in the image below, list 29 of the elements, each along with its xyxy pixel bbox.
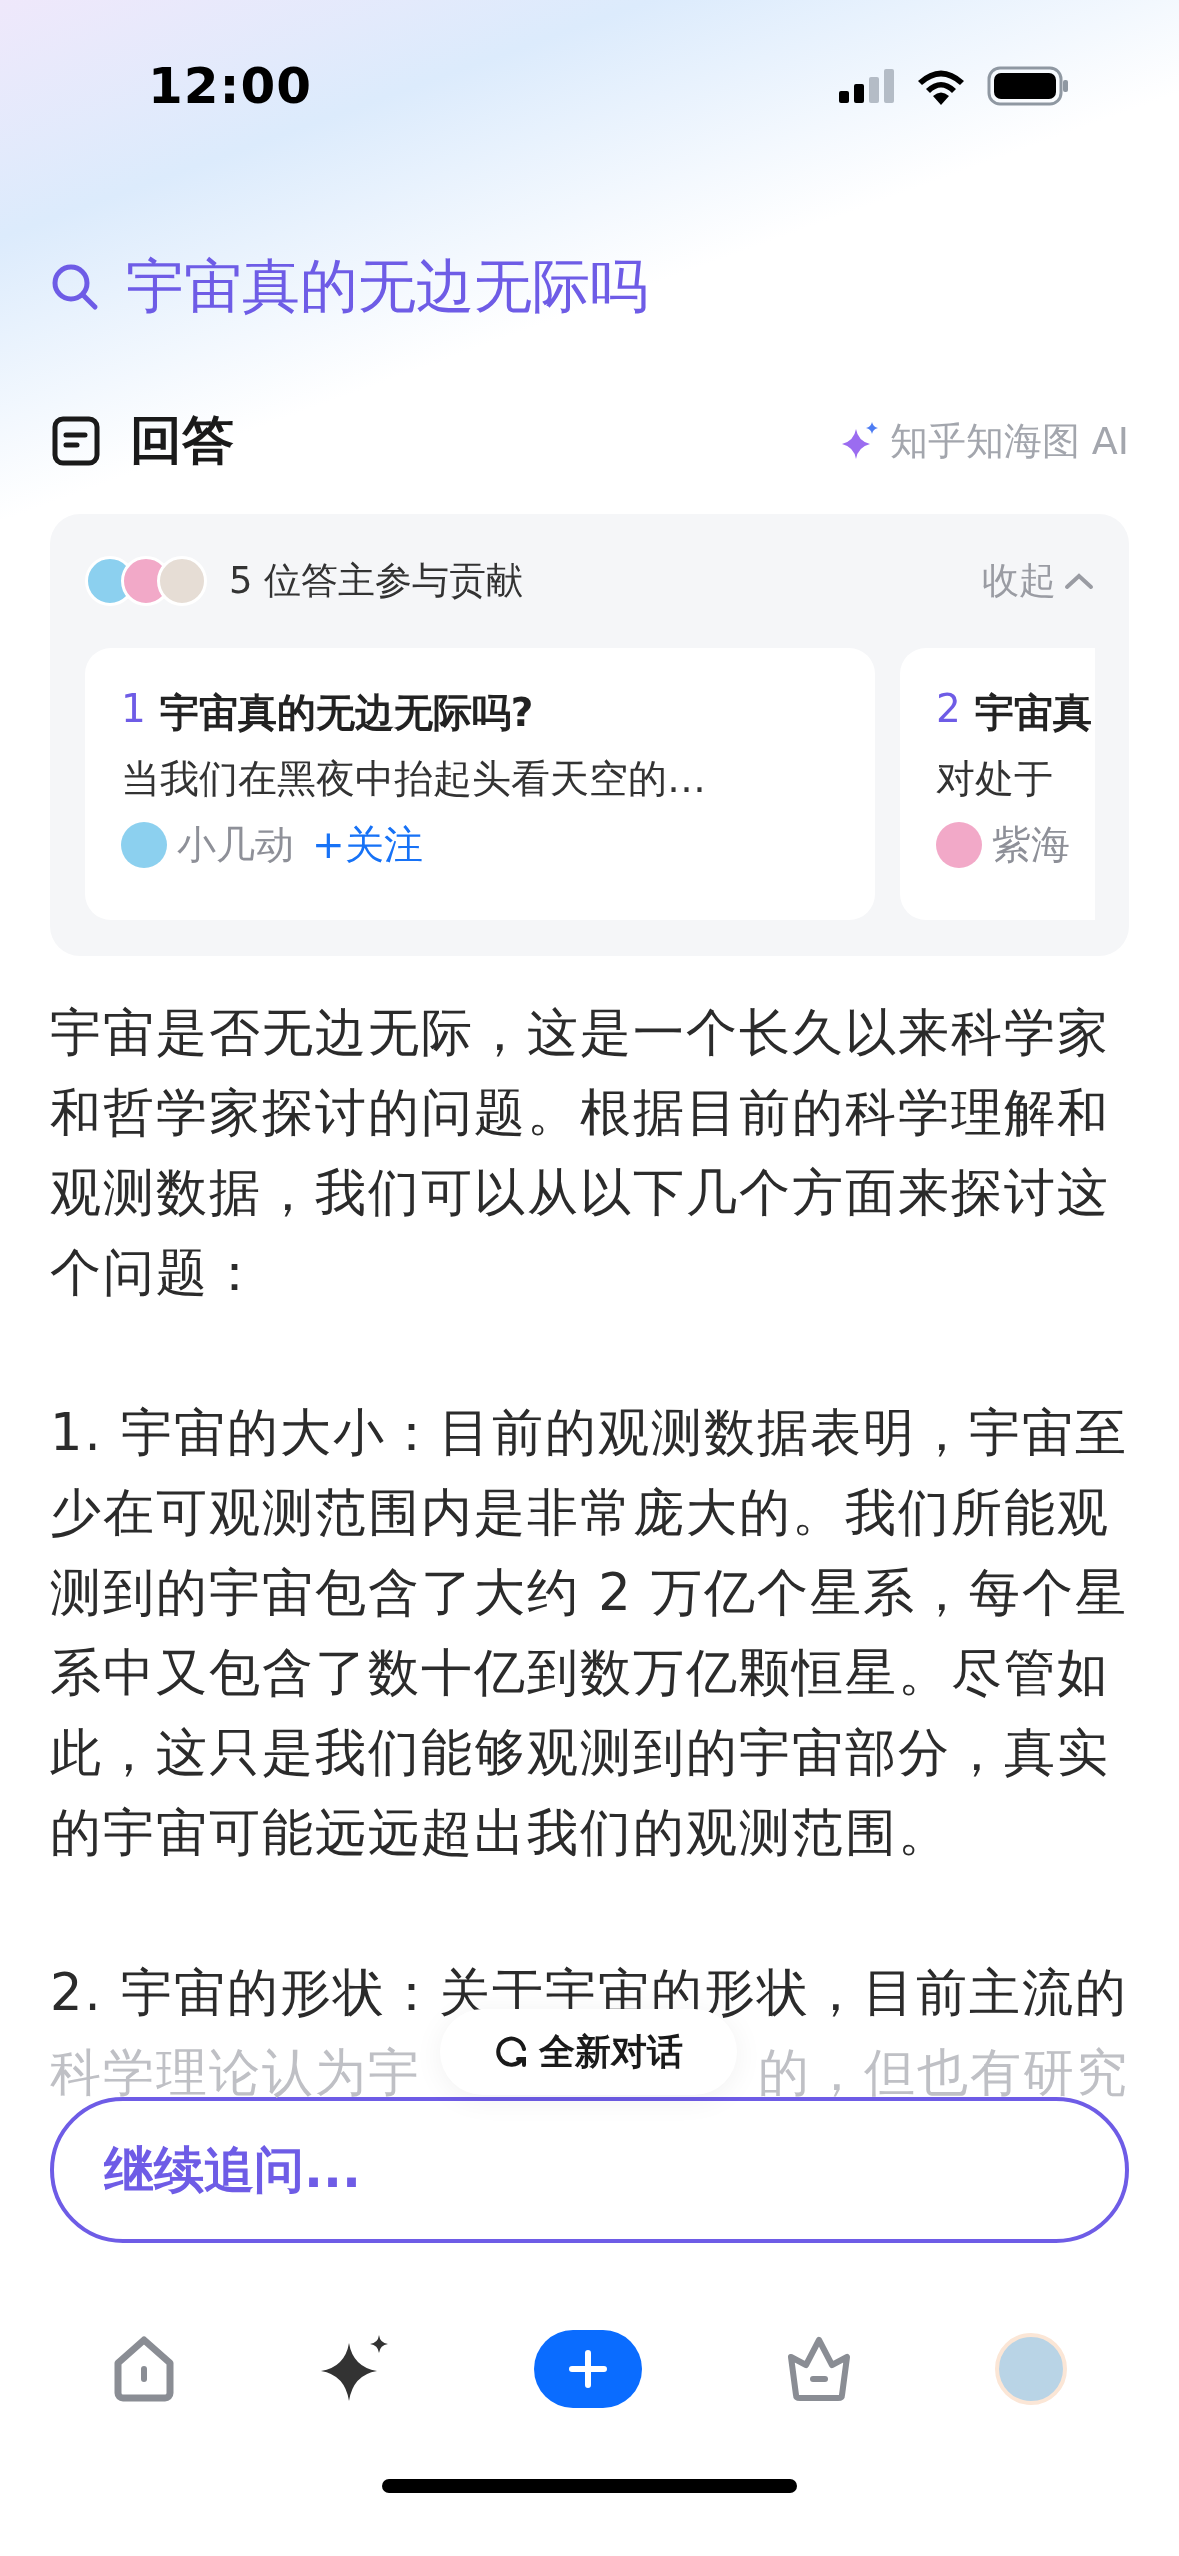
- author-name: 紫海: [992, 821, 1070, 869]
- document-icon: [52, 416, 100, 466]
- ai-source-label: 知乎知海图 AI: [889, 417, 1129, 465]
- source-card[interactable]: 2 宇宙真 对处于 紫海: [900, 648, 1095, 920]
- source-title: 2 宇宙真: [936, 686, 1093, 737]
- vip-tab[interactable]: [785, 2335, 852, 2403]
- author-name: 小几动: [177, 821, 294, 869]
- crown-icon: [785, 2335, 852, 2403]
- author-avatar: [121, 822, 167, 868]
- chevron-up-icon: [1064, 572, 1094, 590]
- answer-paragraph: 宇宙是否无边无际，这是一个长久以来科学家和哲学家探讨的问题。根据目前的科学理解和观测数据，我们可以从以下几个方面来探讨这个问题：: [50, 1002, 1111, 1304]
- search-icon: [50, 262, 100, 312]
- query-title: 宇宙真的无边无际吗: [126, 251, 648, 322]
- contributors-summary: 5 位答主参与贡献: [229, 558, 524, 604]
- avatar: [157, 556, 207, 606]
- section-title: 回答: [130, 409, 234, 472]
- source-card[interactable]: 1 宇宙真的无边无际吗? 当我们在黑夜中抬起头看天空的… 小几动 +关注: [85, 648, 875, 920]
- follow-link[interactable]: +关注: [312, 818, 423, 872]
- signal-icon: [839, 69, 895, 103]
- source-title: 1 宇宙真的无边无际吗?: [121, 686, 535, 737]
- refresh-icon: [494, 2035, 529, 2069]
- author-avatar: [936, 822, 982, 868]
- source-excerpt: 当我们在黑夜中抬起头看天空的…: [121, 755, 707, 803]
- answer-paragraph: 1. 宇宙的大小：目前的观测数据表明，宇宙至少在可观测范围内是非常庞大的。我们所能观测到的宇宙包含了大约 2 万亿个星系，每个星系中又包含了数十亿到数万亿颗恒星。尽管如此，这只是我们能够观测到的宇宙部分，真实的宇宙可能远远超出我们的观测范围。: [50, 1402, 1129, 1864]
- battery-icon: [987, 66, 1069, 106]
- source-excerpt: 对处于: [936, 755, 1054, 803]
- follow-up-input[interactable]: 继续追问...: [50, 2097, 1129, 2243]
- plus-icon: [569, 2350, 608, 2388]
- status-time: 12:00: [148, 57, 313, 115]
